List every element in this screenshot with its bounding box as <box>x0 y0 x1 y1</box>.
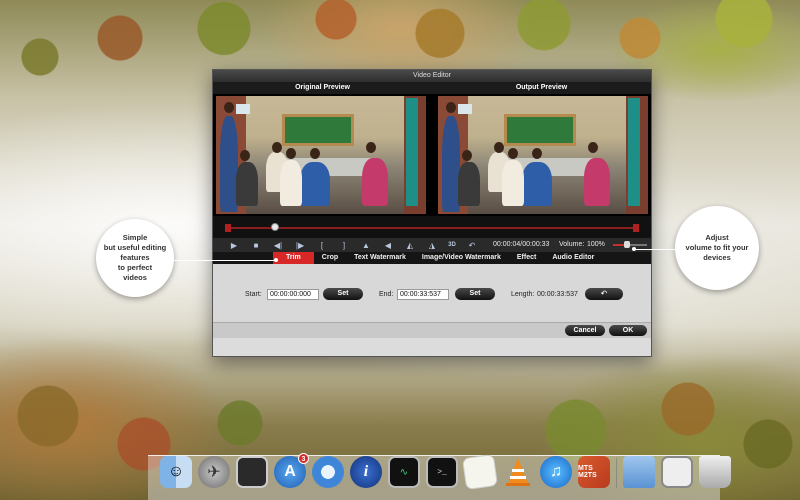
trim-end-marker[interactable] <box>633 224 639 232</box>
callout-right-dot <box>632 247 636 251</box>
scene-icon[interactable]: ▲ <box>355 241 377 250</box>
callout-volume: Adjust volume to fit your devices <box>675 206 759 290</box>
app-store-icon[interactable]: A 3 <box>274 453 309 488</box>
finder-icon[interactable]: ☺ <box>160 456 192 488</box>
photo-booth-icon[interactable] <box>236 456 268 488</box>
mark-out-icon[interactable]: ] <box>333 241 355 250</box>
volume-slider[interactable] <box>613 241 647 248</box>
output-video-frame <box>438 96 648 214</box>
trim-panel: Start: Set End: Set Length: 00:00:33:537… <box>213 264 651 338</box>
set-end-button[interactable]: Set <box>455 288 495 300</box>
3d-icon[interactable]: 3D <box>443 242 461 248</box>
tab-image-video-watermark[interactable]: Image/Video Watermark <box>414 252 509 264</box>
snapshot-icon[interactable]: ◭ <box>399 241 421 250</box>
dialog-footer: Cancel OK <box>213 322 651 338</box>
applications-folder-icon[interactable] <box>623 456 655 488</box>
preview-header: Original Preview Output Preview <box>213 82 651 94</box>
tab-text-watermark[interactable]: Text Watermark <box>346 252 414 264</box>
prev-frame-icon[interactable]: ◀ <box>377 241 399 250</box>
cancel-button[interactable]: Cancel <box>565 325 605 336</box>
tab-effect[interactable]: Effect <box>509 252 544 264</box>
ok-button[interactable]: OK <box>609 325 647 336</box>
terminal-icon[interactable]: >_ <box>426 456 458 488</box>
callout-editing-text: Simple but useful editing features to pe… <box>103 233 167 282</box>
playback-controls: ▶ ■ ◀| |▶ [ ] ▲ ◀ ◭ ◮ 3D ↶ 00:00:04/00:0… <box>213 238 651 252</box>
playhead-knob[interactable] <box>270 223 279 231</box>
tab-audio-editor[interactable]: Audio Editor <box>544 252 602 264</box>
app-store-badge: 3 <box>298 453 309 464</box>
mark-in-icon[interactable]: [ <box>311 241 333 250</box>
volume-label: Volume: <box>559 241 585 248</box>
timeline-track <box>225 227 639 229</box>
undo-icon[interactable]: ↶ <box>461 241 483 250</box>
activity-monitor-icon[interactable]: ∿ <box>388 456 420 488</box>
callout-editing-features: Simple but useful editing features to pe… <box>96 219 174 297</box>
system-info-icon[interactable]: i <box>350 456 382 488</box>
trim-start-marker[interactable] <box>225 224 231 232</box>
tab-trim[interactable]: Trim <box>273 252 314 264</box>
end-time-field[interactable] <box>397 289 449 300</box>
textedit-icon[interactable] <box>461 453 499 491</box>
original-video-frame <box>216 96 426 214</box>
length-value: 00:00:33:537 <box>537 291 578 298</box>
tab-crop[interactable]: Crop <box>314 252 346 264</box>
play-icon[interactable]: ▶ <box>223 241 245 250</box>
set-start-button[interactable]: Set <box>323 288 363 300</box>
stop-icon[interactable]: ■ <box>245 241 267 250</box>
preview-area <box>213 94 651 216</box>
original-preview-label: Original Preview <box>295 84 350 91</box>
rotate-icon[interactable]: ◮ <box>421 241 443 250</box>
callout-left-dot <box>274 258 278 262</box>
callout-right-pointer <box>634 249 676 250</box>
volume-knob[interactable] <box>623 241 630 248</box>
editor-tabs: Trim Crop Text Watermark Image/Video Wat… <box>213 252 651 264</box>
length-label: Length: <box>511 291 535 298</box>
time-readout: 00:00:04/00:00:33 <box>493 241 550 248</box>
video-editor-window: Video Editor Original Preview Output Pre… <box>212 69 652 357</box>
safari-icon[interactable] <box>312 456 344 488</box>
dock-separator <box>616 458 617 488</box>
start-label: Start: <box>245 291 262 298</box>
callout-left-pointer <box>174 260 276 261</box>
itunes-icon[interactable]: ♫ <box>540 456 572 488</box>
volume-value: 100% <box>587 241 605 248</box>
start-time-field[interactable] <box>267 289 319 300</box>
trash-icon[interactable] <box>699 456 731 488</box>
vlc-icon[interactable] <box>502 456 534 488</box>
dock-icons: ☺ ✈ A 3 i ∿ >_ ♫ MTS M2TS <box>160 453 731 491</box>
forward-icon[interactable]: |▶ <box>289 241 311 250</box>
output-preview-label: Output Preview <box>515 84 568 91</box>
timeline-scrubber[interactable] <box>213 216 651 238</box>
window-title: Video Editor <box>213 70 651 82</box>
launchpad-icon[interactable]: ✈ <box>198 456 230 488</box>
reset-trim-button[interactable]: ↶ <box>585 288 623 300</box>
desktop-screenshot-icon[interactable] <box>661 456 693 488</box>
mts-converter-icon[interactable]: MTS M2TS <box>578 456 610 488</box>
callout-volume-text: Adjust volume to fit your devices <box>685 233 749 262</box>
end-label: End: <box>379 291 394 298</box>
rewind-icon[interactable]: ◀| <box>267 241 289 250</box>
